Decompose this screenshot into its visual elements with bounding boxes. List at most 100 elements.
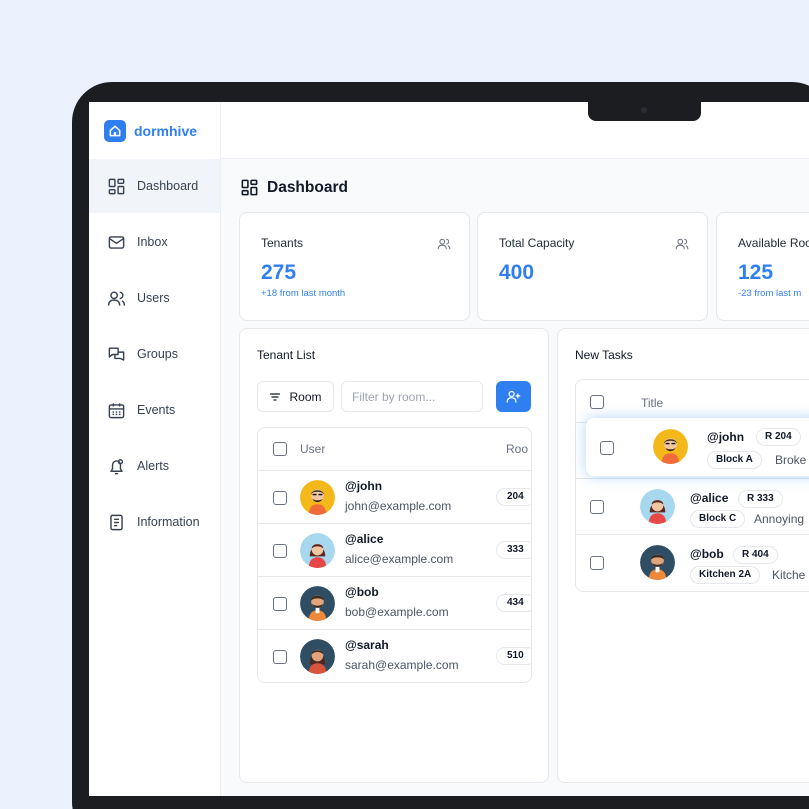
stat-card-total-capacity: Total Capacity 400: [477, 212, 708, 321]
task-row[interactable]: @alice R 333 Block C Annoying: [576, 479, 809, 535]
row-checkbox[interactable]: [600, 441, 614, 455]
task-handle: @bob: [690, 547, 724, 561]
stat-change: +18 from last month: [261, 288, 346, 299]
table-row[interactable]: @john john@example.com 204: [258, 471, 531, 524]
row-checkbox[interactable]: [273, 650, 287, 664]
tenant-handle: @sarah: [345, 638, 389, 652]
top-bar: [221, 102, 809, 158]
sidebar-item-inbox[interactable]: Inbox: [89, 215, 220, 269]
room-filter-input[interactable]: [341, 381, 483, 412]
column-header-user: User: [300, 442, 326, 456]
task-handle: @john: [707, 430, 745, 444]
room-filter-label: Room: [289, 389, 322, 404]
avatar: [300, 533, 335, 568]
room-badge: 333: [496, 541, 531, 559]
sidebar-item-label: Events: [137, 403, 176, 417]
avatar: [653, 429, 688, 464]
sidebar-item-information[interactable]: Information: [89, 495, 220, 549]
sidebar-item-alerts[interactable]: Alerts: [89, 439, 220, 493]
tenant-email: alice@example.com: [345, 552, 454, 566]
tenant-email: bob@example.com: [345, 605, 449, 619]
row-checkbox[interactable]: [590, 500, 604, 514]
home-logo-icon: [104, 120, 126, 142]
sidebar-item-groups[interactable]: Groups: [89, 327, 220, 381]
stat-value: 275: [261, 261, 297, 284]
select-all-checkbox[interactable]: [273, 442, 287, 456]
stat-title: Tenants: [261, 236, 304, 250]
location-tag: Block A: [707, 451, 762, 469]
filter-icon: [270, 392, 281, 401]
new-tasks-title: New Tasks: [575, 348, 633, 362]
sidebar-item-label: Information: [137, 515, 200, 529]
sidebar: dormhive Dashboard Inbox Users Groups Ev…: [89, 102, 221, 796]
brand[interactable]: dormhive: [104, 120, 197, 142]
sidebar-item-label: Users: [137, 291, 170, 305]
stat-card-available-rooms: Available Roo 125 -23 from last m: [716, 212, 809, 321]
brand-name: dormhive: [134, 123, 198, 139]
task-description: Kitche: [772, 568, 806, 582]
camera-notch: [588, 102, 701, 121]
tenant-email: sarah@example.com: [345, 658, 459, 672]
room-filter-button[interactable]: Room: [257, 381, 334, 412]
row-checkbox[interactable]: [590, 556, 604, 570]
tenant-handle: @bob: [345, 585, 379, 599]
users-icon: [107, 290, 126, 306]
users-icon: [437, 238, 451, 250]
camera-dot: [641, 107, 647, 113]
column-header-title: Title: [641, 396, 664, 410]
table-header: Title: [576, 380, 809, 423]
sidebar-item-users[interactable]: Users: [89, 271, 220, 325]
table-header: User Roo: [258, 428, 531, 471]
table-row[interactable]: @bob bob@example.com 434: [258, 577, 531, 630]
stat-card-tenants: Tenants 275 +18 from last month: [239, 212, 470, 321]
stat-title: Total Capacity: [499, 236, 575, 250]
tenant-table: User Roo @john john@example.com 204 @ali…: [257, 427, 532, 683]
location-tag: Kitchen 2A: [690, 566, 761, 584]
tenant-handle: @alice: [345, 532, 384, 546]
task-handle: @alice: [690, 491, 729, 505]
tenant-list-title: Tenant List: [257, 348, 316, 362]
sidebar-item-events[interactable]: Events: [89, 383, 220, 437]
row-checkbox[interactable]: [273, 544, 287, 558]
stat-change: -23 from last m: [738, 288, 802, 299]
dashboard-icon: [241, 179, 258, 196]
tasks-table: Title @alice R 333 Block C Annoying @bob…: [575, 379, 809, 592]
dragged-task-card[interactable]: @john R 204 Block A Broke: [586, 418, 809, 476]
room-tag: R 204: [756, 428, 801, 446]
add-user-button[interactable]: [496, 381, 531, 412]
avatar: [300, 480, 335, 515]
bell-icon: [110, 458, 124, 474]
table-row[interactable]: @alice alice@example.com 333: [258, 524, 531, 577]
document-icon: [110, 514, 123, 530]
avatar: [300, 586, 335, 621]
room-badge: 510: [496, 647, 531, 665]
room-tag: R 404: [733, 546, 778, 564]
stat-title: Available Roo: [738, 236, 809, 250]
task-row[interactable]: @bob R 404 Kitchen 2A Kitche: [576, 535, 809, 591]
avatar: [640, 545, 675, 580]
app-screen: dormhive Dashboard Inbox Users Groups Ev…: [89, 102, 809, 796]
select-all-checkbox[interactable]: [590, 395, 604, 409]
location-tag: Block C: [690, 510, 746, 528]
tenant-handle: @john: [345, 479, 383, 493]
sidebar-item-label: Groups: [137, 347, 178, 361]
add-user-icon: [506, 390, 521, 403]
sidebar-item-dashboard[interactable]: Dashboard: [89, 159, 220, 213]
room-badge: 204: [496, 488, 531, 506]
sidebar-item-label: Inbox: [137, 235, 168, 249]
chat-icon: [108, 346, 125, 361]
tenant-email: john@example.com: [345, 499, 452, 513]
page-title: Dashboard: [267, 178, 348, 196]
row-checkbox[interactable]: [273, 491, 287, 505]
avatar: [300, 639, 335, 674]
users-icon: [675, 238, 689, 250]
table-row[interactable]: @sarah sarah@example.com 510: [258, 630, 531, 682]
sidebar-item-label: Dashboard: [137, 179, 199, 193]
column-header-room: Roo: [506, 442, 529, 456]
row-checkbox[interactable]: [273, 597, 287, 611]
stat-value: 125: [738, 261, 774, 284]
calendar-icon: [108, 402, 125, 418]
room-badge: 434: [496, 594, 531, 612]
stat-value: 400: [499, 261, 535, 284]
avatar: [640, 489, 675, 524]
